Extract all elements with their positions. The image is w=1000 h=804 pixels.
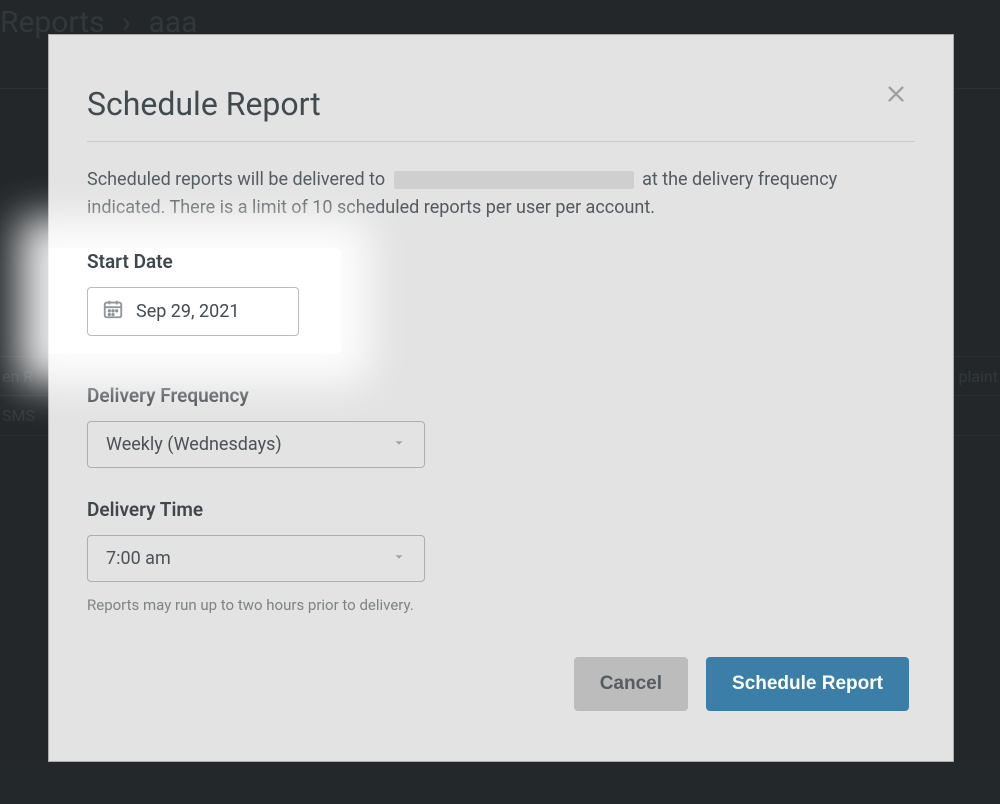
schedule-report-button[interactable]: Schedule Report <box>706 657 909 711</box>
text: Scheduled reports will be delivered to <box>87 169 385 190</box>
delivery-frequency-label: Delivery Frequency <box>87 384 915 407</box>
modal-actions: Cancel Schedule Report <box>574 657 909 711</box>
delivery-frequency-select[interactable]: Weekly (Wednesdays) <box>87 421 425 468</box>
modal-title: Schedule Report <box>87 85 915 123</box>
modal-description: Scheduled reports will be delivered to a… <box>87 166 915 222</box>
chevron-down-icon <box>392 434 406 455</box>
delivery-time-value: 7:00 am <box>106 548 171 569</box>
schedule-report-modal: Schedule Report Scheduled reports will b… <box>48 34 954 762</box>
delivery-time-hint: Reports may run up to two hours prior to… <box>87 596 915 614</box>
start-date-value: Sep 29, 2021 <box>136 301 240 322</box>
cancel-button[interactable]: Cancel <box>574 657 688 711</box>
divider <box>87 141 915 142</box>
start-date-input[interactable]: Sep 29, 2021 <box>87 287 299 336</box>
delivery-frequency-value: Weekly (Wednesdays) <box>106 434 282 455</box>
calendar-icon <box>102 298 124 325</box>
start-date-label: Start Date <box>87 250 299 273</box>
chevron-down-icon <box>392 548 406 569</box>
start-date-highlight: Start Date Sep 29, 2021 <box>49 248 341 354</box>
redacted-email <box>394 171 634 189</box>
delivery-time-select[interactable]: 7:00 am <box>87 535 425 582</box>
delivery-time-label: Delivery Time <box>87 498 915 521</box>
close-icon[interactable] <box>885 83 909 107</box>
